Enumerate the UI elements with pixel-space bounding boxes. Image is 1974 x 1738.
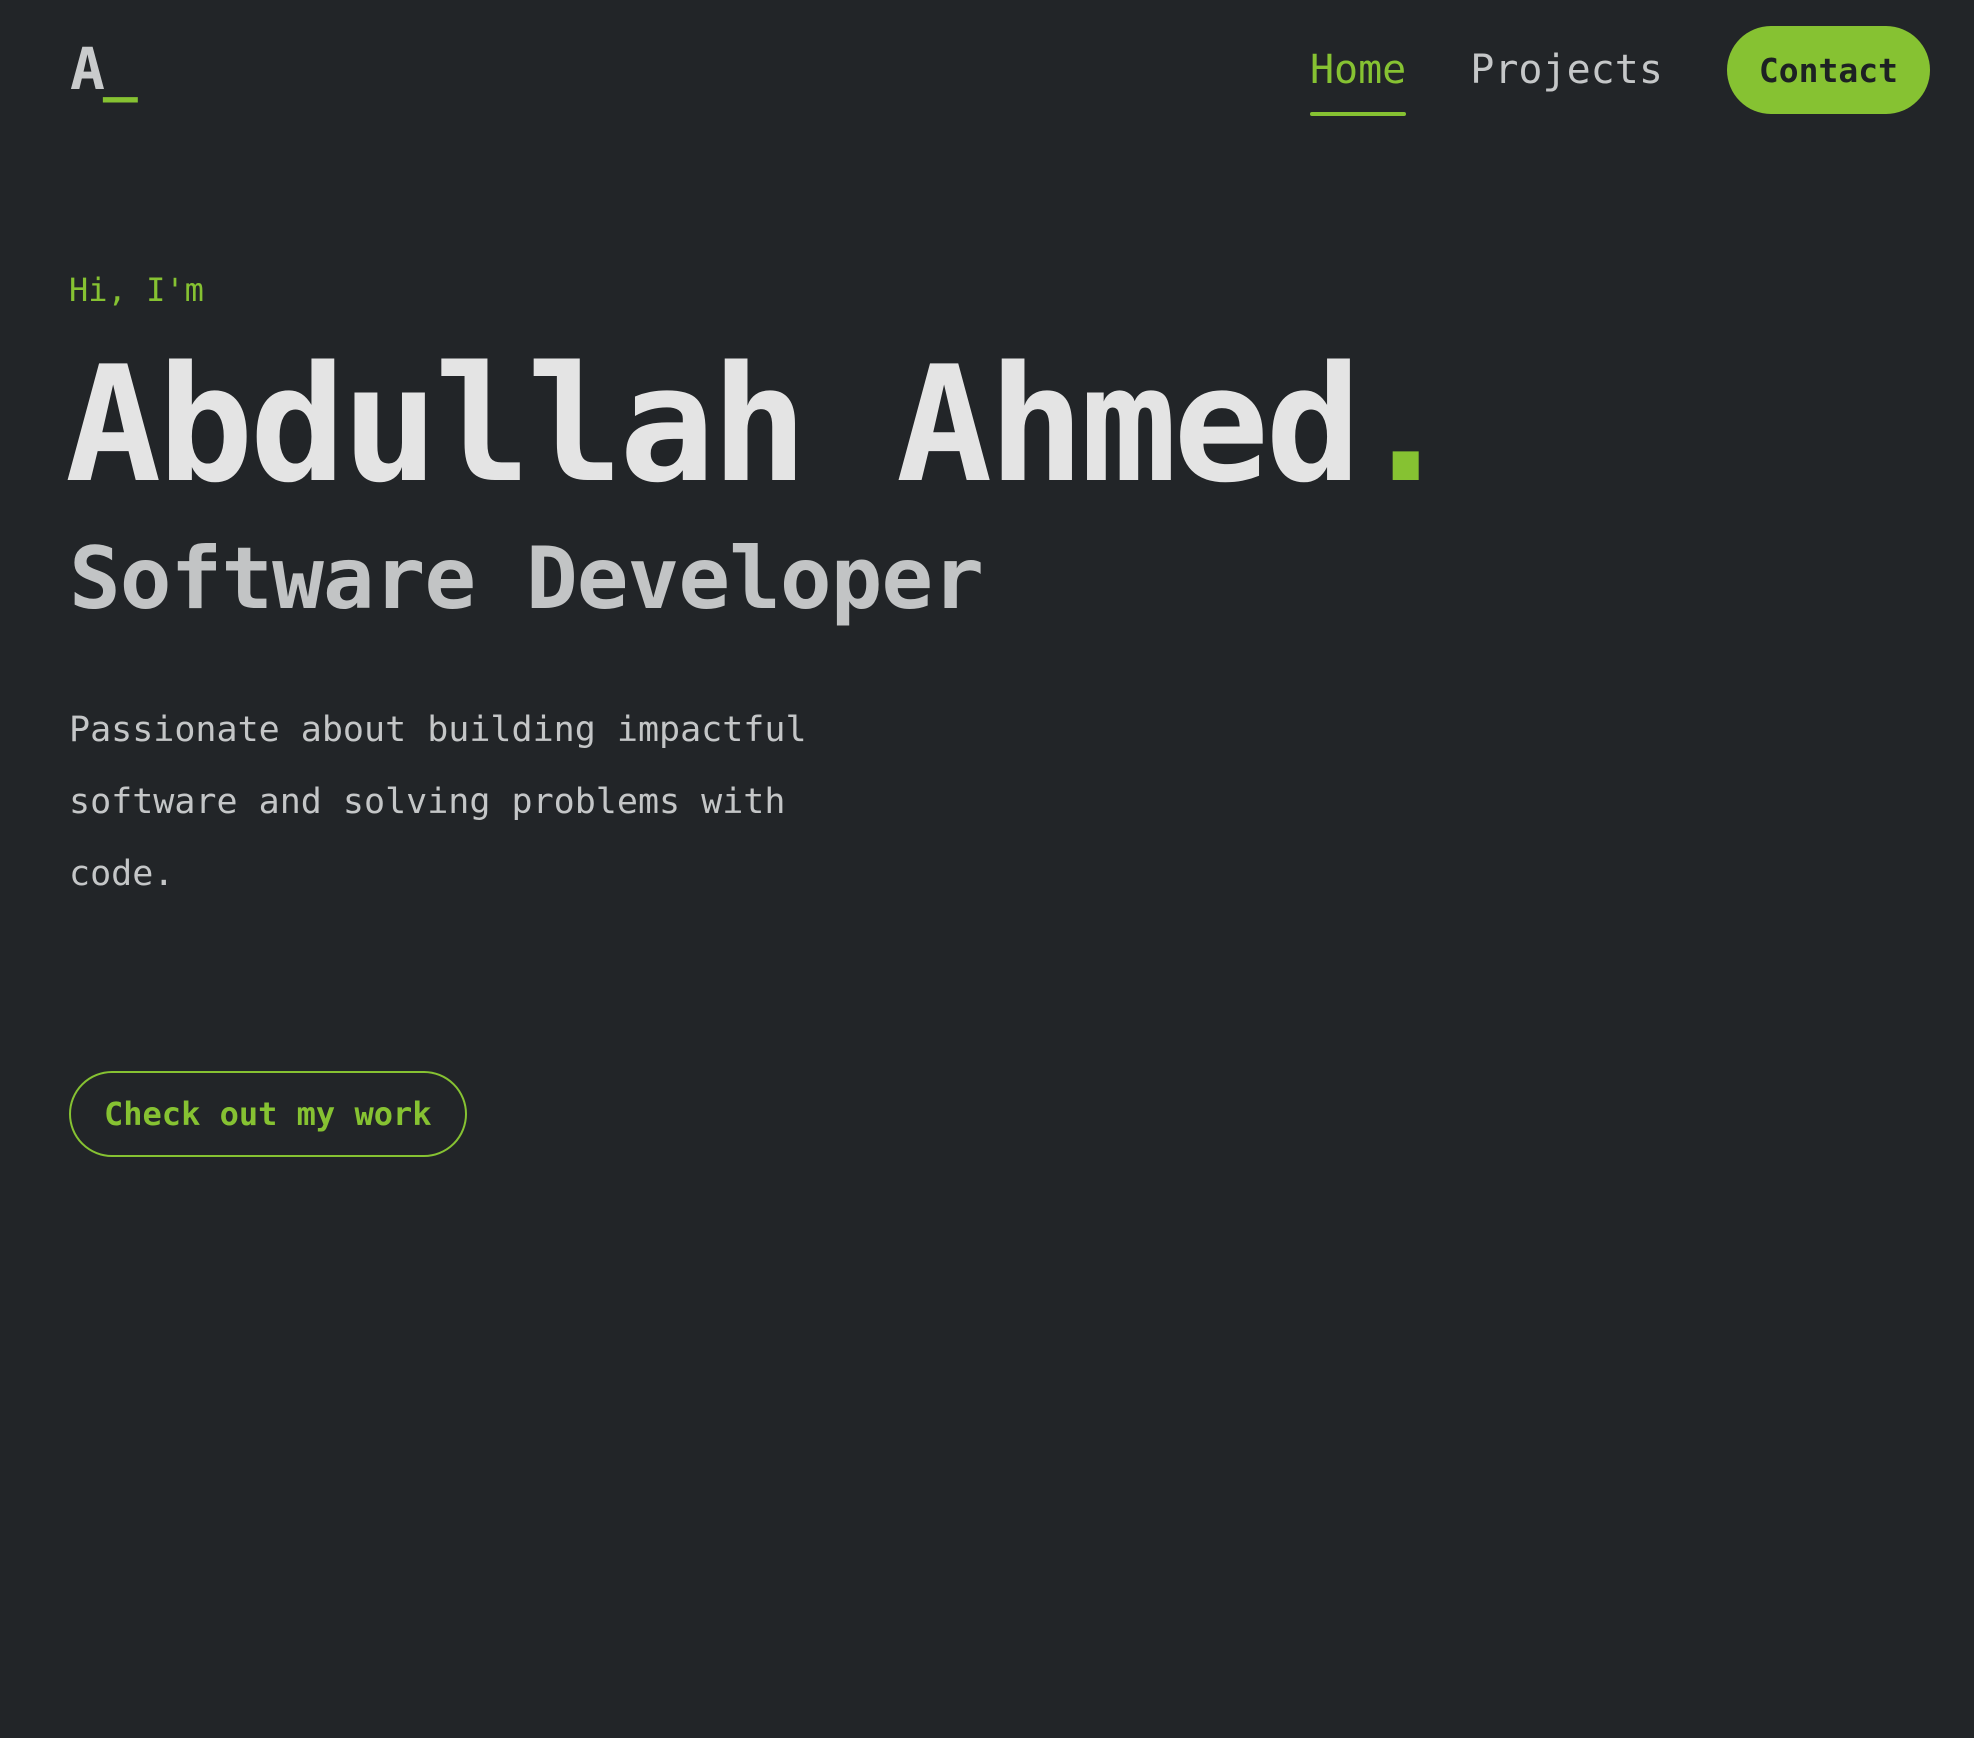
contact-button[interactable]: Contact (1726, 26, 1930, 114)
site-header: A_ Home Projects Contact (0, 0, 1974, 140)
site-logo[interactable]: A_ (70, 34, 138, 104)
hero-bio: Passionate about building impactful soft… (69, 710, 807, 894)
main-nav: Home Projects Contact (1309, 26, 1930, 116)
hero-name: Abdullah Ahmed. (65, 340, 1769, 510)
nav-link-projects[interactable]: Projects (1470, 42, 1663, 98)
hero-name-dot: . (1357, 331, 1454, 518)
hero-name-text: Abdullah Ahmed (65, 331, 1362, 518)
nav-link-home[interactable]: Home (1309, 42, 1407, 116)
logo-cursor: _ (102, 35, 138, 103)
logo-letter: A (70, 35, 105, 103)
hero-role: Software Developer (69, 529, 984, 629)
hero-section: Hi, I'm Abdullah Ahmed. Software Develop… (65, 262, 1769, 910)
check-out-work-button[interactable]: Check out my work (69, 1071, 467, 1157)
hero-greeting: Hi, I'm (69, 271, 204, 309)
